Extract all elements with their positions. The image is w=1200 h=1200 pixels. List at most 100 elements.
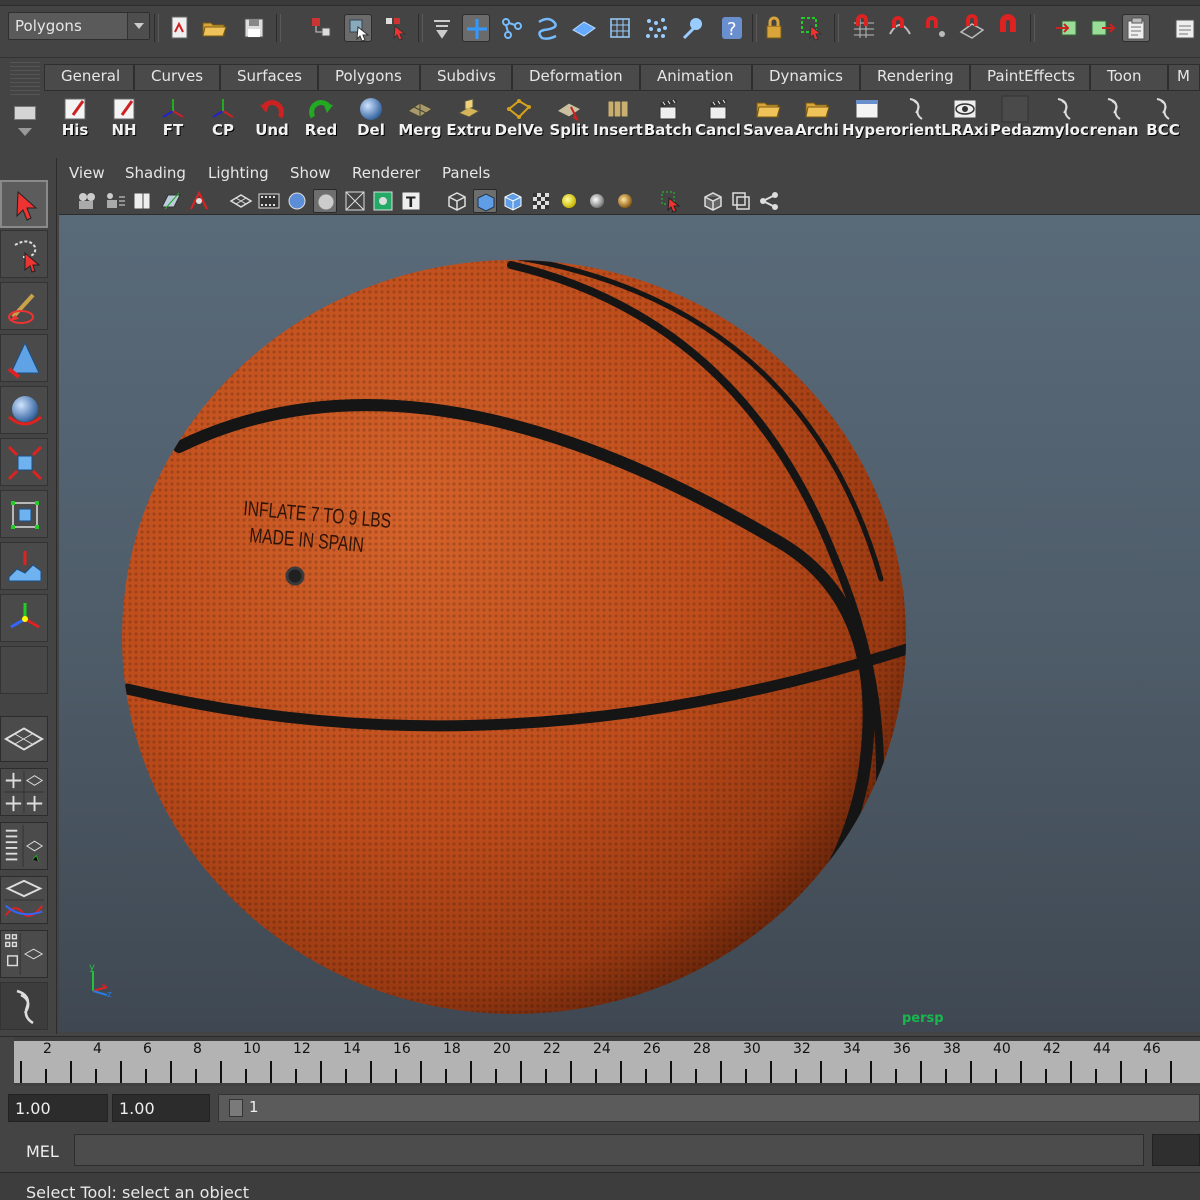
save-scene-icon[interactable] [240, 14, 268, 42]
grid-icon[interactable] [229, 189, 253, 213]
shelf-button-lraxi[interactable]: LRAxi [940, 93, 989, 143]
film-gate-icon[interactable] [257, 189, 281, 213]
wireframe-on-shaded-icon[interactable] [501, 189, 525, 213]
shelf-tab-toggle[interactable] [14, 106, 36, 120]
shelf-button-extru[interactable]: Extru [444, 93, 492, 143]
shelf-tab-deformation[interactable]: Deformation [512, 64, 640, 90]
new-scene-icon[interactable] [166, 14, 194, 42]
highlight-selection-icon[interactable] [798, 14, 826, 42]
render-settings-icon[interactable] [1170, 14, 1198, 42]
shelf-button-delve[interactable]: DelVe [494, 93, 543, 143]
range-handle[interactable] [229, 1099, 243, 1117]
shelf-button-orient[interactable]: orient [891, 93, 941, 143]
gate-mask-icon[interactable] [313, 189, 337, 213]
time-slider[interactable]: 2 4 6 8 10 12 14 16 18 20 22 24 26 28 30 32 34 36 38 40 42 44… [0, 1036, 1200, 1087]
shelf-button-savea[interactable]: Savea [743, 93, 793, 143]
render-view-icon[interactable] [1122, 14, 1150, 42]
two-d-pan-zoom-icon[interactable] [187, 189, 211, 213]
select-deformations-icon[interactable] [606, 14, 634, 42]
shelf-button-red[interactable]: Red [296, 93, 344, 143]
shelf-tab-surfaces[interactable]: Surfaces [220, 64, 318, 90]
select-surfaces-icon[interactable] [570, 14, 598, 42]
shelf-button-cancl[interactable]: Cancl [693, 93, 741, 143]
shelf-button-his[interactable]: His [50, 93, 98, 143]
snap-plane-icon[interactable] [958, 14, 986, 42]
shelf-tab-dynamics[interactable]: Dynamics [752, 64, 860, 90]
isolate-select-icon[interactable] [659, 189, 683, 213]
last-used-tool[interactable] [0, 646, 48, 694]
resolution-gate-icon[interactable] [285, 189, 309, 213]
snap-curve-icon[interactable] [886, 14, 914, 42]
custom-tool[interactable] [0, 982, 48, 1030]
menu-lighting[interactable]: Lighting [208, 164, 269, 182]
shelf-tab-rendering[interactable]: Rendering [860, 64, 970, 90]
shelf-button-nh[interactable]: NH [99, 93, 147, 143]
safe-title-icon[interactable]: T [399, 189, 423, 213]
layout-hypershade-persp[interactable] [0, 930, 48, 978]
layout-persp-graph[interactable] [0, 876, 48, 924]
command-input[interactable] [74, 1134, 1144, 1166]
open-scene-icon[interactable] [200, 14, 228, 42]
lasso-tool[interactable] [0, 230, 48, 278]
viewport-persp[interactable]: INFLATE 7 TO 9 LBS MADE IN SPAIN y x z p… [59, 214, 1200, 1032]
smooth-shade-icon[interactable] [473, 189, 497, 213]
script-language-toggle[interactable]: MEL [10, 1134, 66, 1166]
chevron-down-icon[interactable] [18, 128, 32, 136]
construction-history-icon[interactable] [1088, 14, 1116, 42]
select-rendering-icon[interactable] [680, 14, 708, 42]
shelf-button-cp[interactable]: CP [198, 93, 246, 143]
lock-icon[interactable] [760, 14, 788, 42]
shelf-button-hyper[interactable]: Hyper [842, 93, 892, 143]
all-lights-icon[interactable] [585, 189, 609, 213]
shelf-button-pedaz[interactable]: Pedaz [990, 93, 1040, 143]
menu-show[interactable]: Show [290, 164, 330, 182]
menu-shading[interactable]: Shading [125, 164, 186, 182]
paint-select-tool[interactable] [0, 282, 48, 330]
selection-mask-icon[interactable] [428, 14, 456, 42]
shelf-button-batch[interactable]: Batch [643, 93, 692, 143]
soft-modification-tool[interactable] [0, 542, 48, 590]
shelf-tab-painteffects[interactable]: PaintEffects [970, 64, 1090, 90]
select-curves-icon[interactable] [534, 14, 562, 42]
safe-action-icon[interactable] [371, 189, 395, 213]
select-joints-icon[interactable] [498, 14, 526, 42]
snap-point-icon[interactable] [922, 14, 950, 42]
shelf-tab-more[interactable]: M [1168, 64, 1200, 90]
field-chart-icon[interactable] [343, 189, 367, 213]
shelf-tab-animation[interactable]: Animation [640, 64, 752, 90]
scale-tool[interactable] [0, 438, 48, 486]
menu-set-dropdown[interactable]: Polygons [8, 12, 150, 40]
shelf-tab-toon[interactable]: Toon [1090, 64, 1168, 90]
help-icon[interactable]: ? [718, 14, 746, 42]
shadows-icon[interactable] [613, 189, 637, 213]
shelf-button-bcc[interactable]: BCC [1138, 93, 1186, 143]
rotate-tool[interactable] [0, 386, 48, 434]
range-bar[interactable]: 1 [218, 1094, 1200, 1122]
xray-joints-icon[interactable] [729, 189, 753, 213]
shelf-tab-subdivs[interactable]: Subdivs [420, 64, 512, 90]
shelf-tab-polygons[interactable]: Polygons [318, 64, 420, 90]
textured-icon[interactable] [529, 189, 553, 213]
menu-panels[interactable]: Panels [442, 164, 490, 182]
snap-live-icon[interactable] [994, 14, 1022, 42]
select-hierarchy-icon[interactable] [308, 14, 336, 42]
shelf-button-del[interactable]: Del [346, 93, 394, 143]
shelf-button-insert[interactable]: Insert [593, 93, 643, 143]
shelf-menu[interactable] [8, 62, 40, 146]
wireframe-icon[interactable] [445, 189, 469, 213]
select-tool[interactable] [0, 180, 48, 228]
layout-single-pane[interactable] [0, 716, 48, 762]
bookmarks-icon[interactable] [131, 189, 155, 213]
shelf-tab-curves[interactable]: Curves [134, 64, 220, 90]
graph-node-icon[interactable] [757, 189, 781, 213]
select-component-icon[interactable] [382, 14, 410, 42]
layout-outliner-persp[interactable] [0, 822, 48, 870]
shelf-button-split[interactable]: Split [544, 93, 592, 143]
default-lighting-icon[interactable] [557, 189, 581, 213]
xray-icon[interactable] [701, 189, 725, 213]
layout-four-panes[interactable] [0, 768, 48, 816]
menu-renderer[interactable]: Renderer [352, 164, 420, 182]
select-object-icon[interactable] [344, 14, 372, 42]
menu-view[interactable]: View [69, 164, 105, 182]
shelf-tab-general[interactable]: General [44, 64, 134, 90]
